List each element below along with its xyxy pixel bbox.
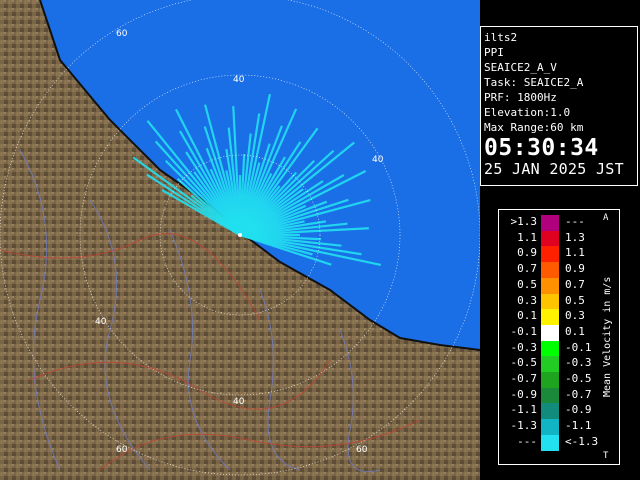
legend-upper-value: 0.1 — [565, 324, 585, 338]
legend-swatch — [541, 403, 559, 420]
legend-upper-value: --- — [565, 215, 585, 228]
legend-lower-value: -0.1 — [510, 324, 538, 338]
legend-swatch — [541, 356, 559, 373]
velocity-legend: >1.3 --- 1.1 1.3 0.9 1.1 0.7 0.9 0.5 0.7 0.3 0.5 0.1… — [498, 209, 620, 465]
range-label: 40 — [233, 75, 245, 85]
legend-upper-value: <-1.3 — [565, 434, 599, 448]
legend-lower-value: >1.3 — [510, 215, 538, 228]
legend-lower-value: -0.9 — [510, 387, 538, 401]
legend-lower-value: 0.3 — [517, 293, 537, 307]
legend-lower-value: -1.1 — [510, 403, 538, 417]
range-label: 60 — [116, 445, 128, 455]
max-range: Max Range:60 km — [484, 121, 584, 134]
legend-upper-value: -0.3 — [565, 356, 592, 370]
range-label: 40 — [95, 317, 107, 327]
range-label: 40 — [233, 397, 245, 407]
legend-lower-value: -1.3 — [510, 419, 538, 433]
legend-upper-value: 1.3 — [565, 230, 585, 244]
legend-lower-value: 0.5 — [517, 277, 537, 291]
legend-lower-value: 1.1 — [517, 230, 537, 244]
legend-swatch — [541, 340, 559, 357]
legend-lower-value: 0.9 — [517, 246, 537, 260]
legend-upper-value: 0.3 — [565, 309, 585, 323]
legend-swatch — [541, 230, 559, 247]
product-name: SEAICE2_A_V — [484, 61, 557, 74]
legend-upper-value: -0.7 — [565, 387, 592, 401]
legend-swatch — [541, 277, 559, 294]
legend-lower-value: 0.7 — [517, 262, 537, 276]
legend-upper-value: -0.1 — [565, 340, 592, 354]
scan-date: 25 JAN 2025 JST — [484, 160, 624, 178]
legend-lower-value: -0.3 — [510, 340, 538, 354]
legend-swatch — [541, 324, 559, 341]
radar-site — [238, 233, 242, 237]
legend-swatch — [541, 372, 559, 388]
scan-time: 05:30:34 — [484, 135, 599, 161]
legend-swatch — [541, 293, 559, 310]
range-label: 60 — [116, 29, 128, 39]
legend-upper-value: 0.9 — [565, 262, 585, 276]
legend-upper-value: 0.7 — [565, 277, 585, 291]
legend-lower-value: 0.1 — [517, 309, 537, 323]
legend-upper-value: 1.1 — [565, 246, 585, 260]
legend-upper-value: 0.5 — [565, 293, 585, 307]
legend-swatch — [541, 246, 559, 263]
scan-mode: PPI — [484, 46, 504, 59]
prf: PRF: 1800Hz — [484, 91, 557, 104]
range-label: 60 — [356, 445, 368, 455]
legend-swatch — [541, 419, 559, 436]
legend-upper-value: -0.5 — [565, 372, 592, 385]
legend-swatch — [541, 387, 559, 404]
legend-lower-value: --- — [517, 434, 537, 448]
legend-swatch — [541, 434, 559, 451]
legend-swatch — [541, 262, 559, 279]
legend-swatch — [541, 215, 559, 231]
scan-info-panel: ilts2 PPI SEAICE2_A_V Task: SEAICE2_A PR… — [480, 26, 638, 186]
range-label: 40 — [372, 155, 384, 165]
site-name: ilts2 — [484, 31, 518, 44]
legend-lower-value: -0.5 — [510, 356, 538, 370]
legend-swatch — [541, 309, 559, 326]
legend-lower-value: -0.7 — [510, 372, 538, 385]
radar-map: 60 40 40 40 40 60 60 — [0, 0, 480, 480]
legend-corner-bottom: T — [603, 451, 609, 461]
task-name: Task: SEAICE2_A — [484, 76, 584, 89]
legend-corner-top: A — [603, 213, 609, 223]
legend-title: Mean Velocity in m/s — [602, 276, 613, 398]
elevation: Elevation:1.0 — [484, 106, 571, 119]
legend-upper-value: -1.1 — [565, 419, 592, 433]
legend-upper-value: -0.9 — [565, 403, 592, 417]
